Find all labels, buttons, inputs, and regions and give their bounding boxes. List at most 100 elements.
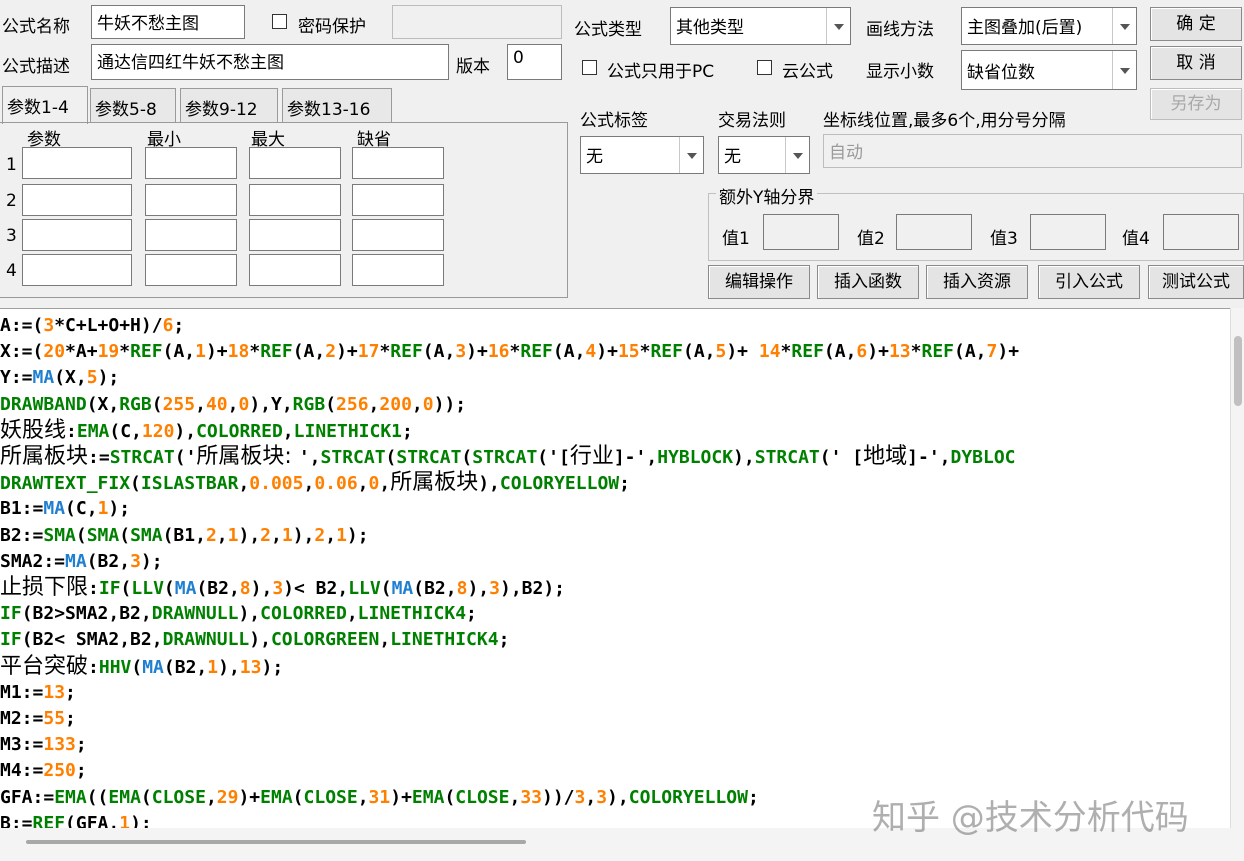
trade-rule-value: 无 (724, 147, 741, 167)
formula-desc-input[interactable]: 通达信四红牛妖不愁主图 (91, 44, 449, 80)
extra-value-1-input[interactable] (763, 214, 839, 250)
pc-only-checkbox[interactable] (582, 60, 597, 75)
tab-params-5-8[interactable]: 参数5-8 (90, 88, 176, 122)
code-token: SMA (43, 524, 76, 546)
code-token: , (585, 786, 597, 808)
formula-tag-select[interactable]: 无 (580, 136, 704, 174)
extra-value-4-label: 值4 (1122, 229, 1150, 249)
param-1-min-input[interactable] (145, 147, 237, 179)
code-token: IF (98, 578, 121, 599)
code-token: ; (65, 708, 76, 729)
code-token: ; (747, 786, 759, 808)
param-3-default-input[interactable] (352, 219, 444, 251)
insert-resource-button[interactable]: 插入资源 (926, 265, 1028, 299)
code-token: B1:= (0, 498, 44, 520)
code-token: ); (108, 498, 131, 520)
code-token: 止损下限 (0, 575, 89, 600)
save-as-button[interactable]: 另存为 (1150, 88, 1242, 120)
param-2-default-input[interactable] (352, 184, 444, 216)
code-token: ), (250, 578, 273, 599)
param-4-min-input[interactable] (145, 254, 237, 286)
code-token: , (325, 524, 337, 546)
code-token: *C+L+O+H)/ (54, 315, 163, 336)
code-token: ); (130, 812, 152, 829)
param-4-name-input[interactable] (22, 254, 132, 286)
password-protect-checkbox[interactable] (272, 14, 287, 29)
extra-value-4-input[interactable] (1163, 214, 1239, 250)
insert-function-button[interactable]: 插入函数 (817, 265, 919, 299)
decimals-select[interactable]: 缺省位数 (961, 50, 1137, 90)
param-4-max-input[interactable] (249, 254, 341, 286)
coord-lines-input[interactable]: 自动 (823, 134, 1242, 168)
param-4-default-input[interactable] (352, 254, 444, 286)
test-formula-button[interactable]: 测试公式 (1148, 265, 1244, 299)
code-token: * (249, 341, 261, 363)
code-token: 8 (456, 578, 468, 599)
code-token: MA (32, 367, 55, 389)
param-3-max-input[interactable] (249, 219, 341, 251)
ok-button[interactable]: 确 定 (1150, 7, 1242, 41)
code-token: DRAWBAND (0, 393, 87, 415)
param-1-max-input[interactable] (249, 147, 341, 179)
code-token: 250 (43, 760, 76, 782)
code-token: LINETHICK1 (293, 420, 403, 442)
code-token: 17 (357, 341, 380, 363)
version-input[interactable]: 0 (507, 44, 562, 80)
draw-method-select[interactable]: 主图叠加(后置) (961, 7, 1137, 45)
formula-type-select[interactable]: 其他类型 (670, 7, 851, 45)
tab-params-9-12[interactable]: 参数9-12 (180, 88, 278, 122)
chevron-down-icon[interactable] (826, 8, 850, 44)
chevron-down-icon[interactable] (1112, 51, 1136, 89)
code-token: ), (607, 786, 629, 808)
code-token: CLOSE (455, 786, 510, 808)
formula-name-input[interactable]: 牛妖不愁主图 (91, 5, 245, 39)
edit-ops-button[interactable]: 编辑操作 (708, 265, 810, 299)
extra-value-3-input[interactable] (1030, 214, 1106, 250)
code-token: * (639, 341, 651, 363)
extra-value-3-label: 值3 (990, 229, 1018, 249)
param-3-name-input[interactable] (22, 219, 132, 251)
extra-value-2-input[interactable] (896, 214, 972, 250)
param-1-default-input[interactable] (352, 147, 444, 179)
param-2-max-input[interactable] (249, 184, 341, 216)
code-token: ( (385, 447, 397, 468)
formula-tag-value: 无 (586, 147, 603, 167)
code-token: GFA:= (0, 786, 55, 808)
code-token: REF (921, 341, 954, 363)
password-input[interactable] (392, 5, 562, 39)
chevron-down-icon[interactable] (785, 137, 809, 173)
code-token: ( (140, 786, 152, 808)
scrollbar-thumb[interactable] (26, 840, 526, 844)
vertical-scrollbar[interactable] (1230, 308, 1244, 828)
code-line: DRAWTEXT_FIX(ISLASTBAR,0.005,0.06,0,所属板块… (0, 470, 630, 496)
code-token: DYBLOC (950, 447, 1016, 468)
code-token: 19 (97, 341, 120, 363)
code-token: ( (292, 786, 304, 808)
param-2-name-input[interactable] (22, 184, 132, 216)
code-token: , (357, 473, 369, 495)
code-line: 平台突破:HHV(MA(B2,1),13); (0, 654, 283, 680)
code-token: (B2, (86, 550, 131, 572)
code-token: EMA (260, 786, 293, 808)
tab-params-1-4[interactable]: 参数1-4 (2, 86, 88, 124)
chevron-down-icon[interactable] (679, 137, 703, 173)
import-formula-button[interactable]: 引入公式 (1038, 265, 1140, 299)
code-token: COLORRED (196, 420, 283, 442)
code-editor[interactable]: A:=(3*C+L+O+H)/6; X:=(20*A+19*REF(A,1)+18… (0, 308, 1230, 829)
param-2-min-input[interactable] (145, 184, 237, 216)
tab-params-13-16[interactable]: 参数13-16 (282, 88, 392, 122)
chevron-down-icon[interactable] (1112, 8, 1136, 44)
code-token: REF (520, 341, 553, 363)
param-1-name-input[interactable] (22, 147, 132, 179)
param-3-min-input[interactable] (145, 219, 237, 251)
code-token: 18 (227, 341, 250, 363)
code-token: 31 (368, 786, 391, 808)
cloud-formula-checkbox[interactable] (757, 60, 772, 75)
code-token: *A+ (65, 341, 98, 363)
code-token: ('[ (537, 447, 570, 468)
params-panel: 参数 最小 最大 缺省 1 2 3 4 (0, 122, 568, 298)
scrollbar-thumb[interactable] (1234, 336, 1242, 406)
code-token: 1 (336, 524, 347, 546)
trade-rule-select[interactable]: 无 (718, 136, 810, 174)
cancel-button[interactable]: 取 消 (1150, 46, 1242, 80)
